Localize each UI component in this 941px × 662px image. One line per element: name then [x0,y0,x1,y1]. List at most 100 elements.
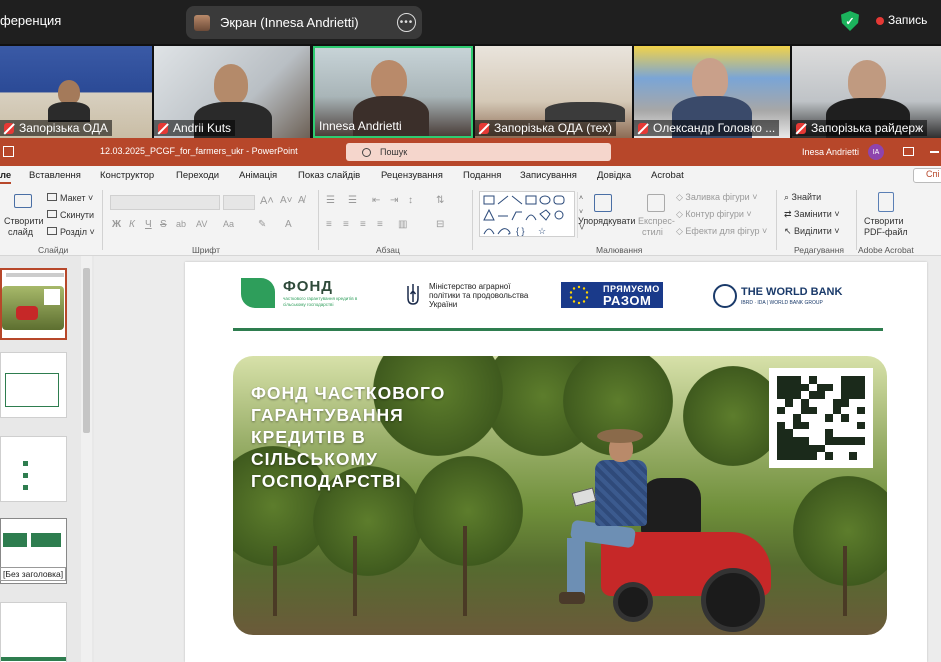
shape-effects-button[interactable]: ◇ Ефекти для фігур ˅ [676,226,767,237]
underline-icon[interactable]: Ч [145,219,152,230]
qr-module [817,429,825,438]
slide-thumbnail[interactable] [0,602,67,662]
align-center-icon[interactable]: ≡ [343,219,349,230]
replace-button[interactable]: ⇄ Замінити ˅ [784,209,840,220]
qr-module [817,444,825,453]
video-tile[interactable]: Запорізька ОДА (тех) [475,46,632,138]
text-direction-icon[interactable]: ⇅ [436,195,444,206]
find-button[interactable]: ⌕ Знайти [784,192,821,203]
align-left-icon[interactable]: ≡ [326,219,332,230]
decrease-font-icon[interactable]: A˅ [280,195,293,206]
share-button[interactable]: Спі [913,168,941,183]
tab-record[interactable]: Записування [520,170,577,181]
section-button[interactable]: Розділ ˅ [47,227,95,237]
increase-font-icon[interactable]: A˄ [260,195,274,207]
tab-home[interactable]: ле [0,170,12,184]
video-tile[interactable]: Олександр Головко ... [634,46,790,138]
quick-styles-label[interactable]: Експрес- [638,216,675,226]
new-slide-label[interactable]: Створити [4,216,44,226]
shapes-gallery[interactable]: { } ☆ [479,191,575,237]
align-text-icon[interactable]: ⊟ [436,219,444,230]
shape-outline-button[interactable]: ◇ Контур фігури ˅ [676,209,752,220]
tab-view[interactable]: Подання [463,170,501,181]
qr-module [793,429,801,438]
spacing-icon[interactable]: AV [196,219,207,229]
tab-review[interactable]: Рецензування [381,170,443,181]
slide-thumbnail[interactable] [0,352,67,418]
qr-module [793,437,801,445]
tab-slideshow[interactable]: Показ слайдів [298,170,360,181]
indent-decrease-icon[interactable]: ⇤ [372,195,380,206]
new-slide-icon[interactable] [14,194,32,208]
security-shield-icon[interactable]: ✓ [841,11,859,31]
qr-module [793,383,801,392]
tab-help[interactable]: Довідка [597,170,631,181]
shapes-scroll[interactable]: ˄ ˅ ⋁ [577,192,585,238]
app-menu-icon[interactable] [3,146,14,157]
video-tile-active-speaker[interactable]: Innesa Andrietti [313,46,473,138]
tab-acrobat[interactable]: Acrobat [651,170,684,181]
ministry-text: Міністерство аграрної політики та продов… [429,282,529,309]
qr-module [841,421,849,430]
new-slide-label-2[interactable]: слайд [8,227,33,237]
qr-module [833,376,841,384]
farmer-shin [567,538,585,596]
video-tile[interactable]: Запорізька ОДА [0,46,152,138]
indent-increase-icon[interactable]: ⇥ [390,195,398,206]
slide-thumbnail[interactable] [0,268,67,340]
qr-module [777,429,785,438]
arrange-label[interactable]: Упорядкувати [578,216,635,226]
muted-mic-icon [638,122,648,134]
shape-fill-button[interactable]: ◇ Заливка фігури ˅ [676,192,757,203]
tab-transitions[interactable]: Переходи [176,170,219,181]
arrange-icon[interactable] [594,194,612,212]
video-tile[interactable]: Запорізька райдерж [792,46,941,138]
thumbnails-scroll-thumb[interactable] [83,268,90,433]
qr-module [825,398,833,407]
reset-button[interactable]: Скинути [47,210,94,220]
user-avatar[interactable]: IA [868,144,884,160]
video-tile[interactable]: Andrii Kuts [154,46,310,138]
minimize-icon[interactable] [930,151,939,153]
bullets-icon[interactable]: ☰ [326,195,335,206]
screen-share-indicator[interactable]: Экран (Innesa Andrietti) ••• [186,6,422,39]
font-family-select[interactable] [110,195,220,210]
create-pdf-icon[interactable] [878,192,894,212]
italic-icon[interactable]: К [129,219,135,230]
muted-mic-icon [796,122,806,134]
clear-format-icon[interactable]: A̸ [298,195,305,206]
slide-title-tooltip: [Без заголовка] [0,567,67,581]
subscript-icon[interactable]: ab [176,219,186,229]
font-size-select[interactable] [223,195,255,210]
more-options-icon[interactable]: ••• [397,13,416,32]
record-label[interactable]: Запись [888,13,927,27]
qr-module [849,444,857,453]
layout-button[interactable]: Макет ˅ [47,193,93,203]
search-box[interactable]: Пошук [346,143,611,161]
slide-thumbnail[interactable] [0,436,67,502]
user-name[interactable]: Inesa Andrietti [802,147,859,157]
find-label: Знайти [791,192,822,202]
quick-styles-icon[interactable] [647,194,665,212]
align-right-icon[interactable]: ≡ [360,219,366,230]
quick-styles-label-2[interactable]: стилі [642,227,663,237]
section-icon [47,227,57,235]
bold-icon[interactable]: Ж [112,219,121,230]
tab-design[interactable]: Конструктор [100,170,154,181]
qr-module [825,452,833,460]
line-spacing-icon[interactable]: ↕ [408,195,413,206]
create-pdf-label[interactable]: Створити [864,216,904,226]
tab-insert[interactable]: Вставлення [29,170,81,181]
numbering-icon[interactable]: ☰ [348,195,357,206]
current-slide[interactable]: ФОНД часткового гарантування кредитів в … [185,262,927,662]
create-pdf-label-2[interactable]: PDF-файл [864,227,908,237]
highlight-icon[interactable]: ✎ [258,219,266,230]
ribbon-display-icon[interactable] [903,147,914,156]
columns-icon[interactable]: ▥ [398,219,407,230]
font-color-icon[interactable]: A [285,219,292,230]
strikethrough-icon[interactable]: S [160,219,167,230]
justify-icon[interactable]: ≡ [377,219,383,230]
case-icon[interactable]: Aa [223,219,234,229]
select-button[interactable]: ↖ Виділити ˅ [784,226,840,237]
tab-animations[interactable]: Анімація [239,170,277,181]
